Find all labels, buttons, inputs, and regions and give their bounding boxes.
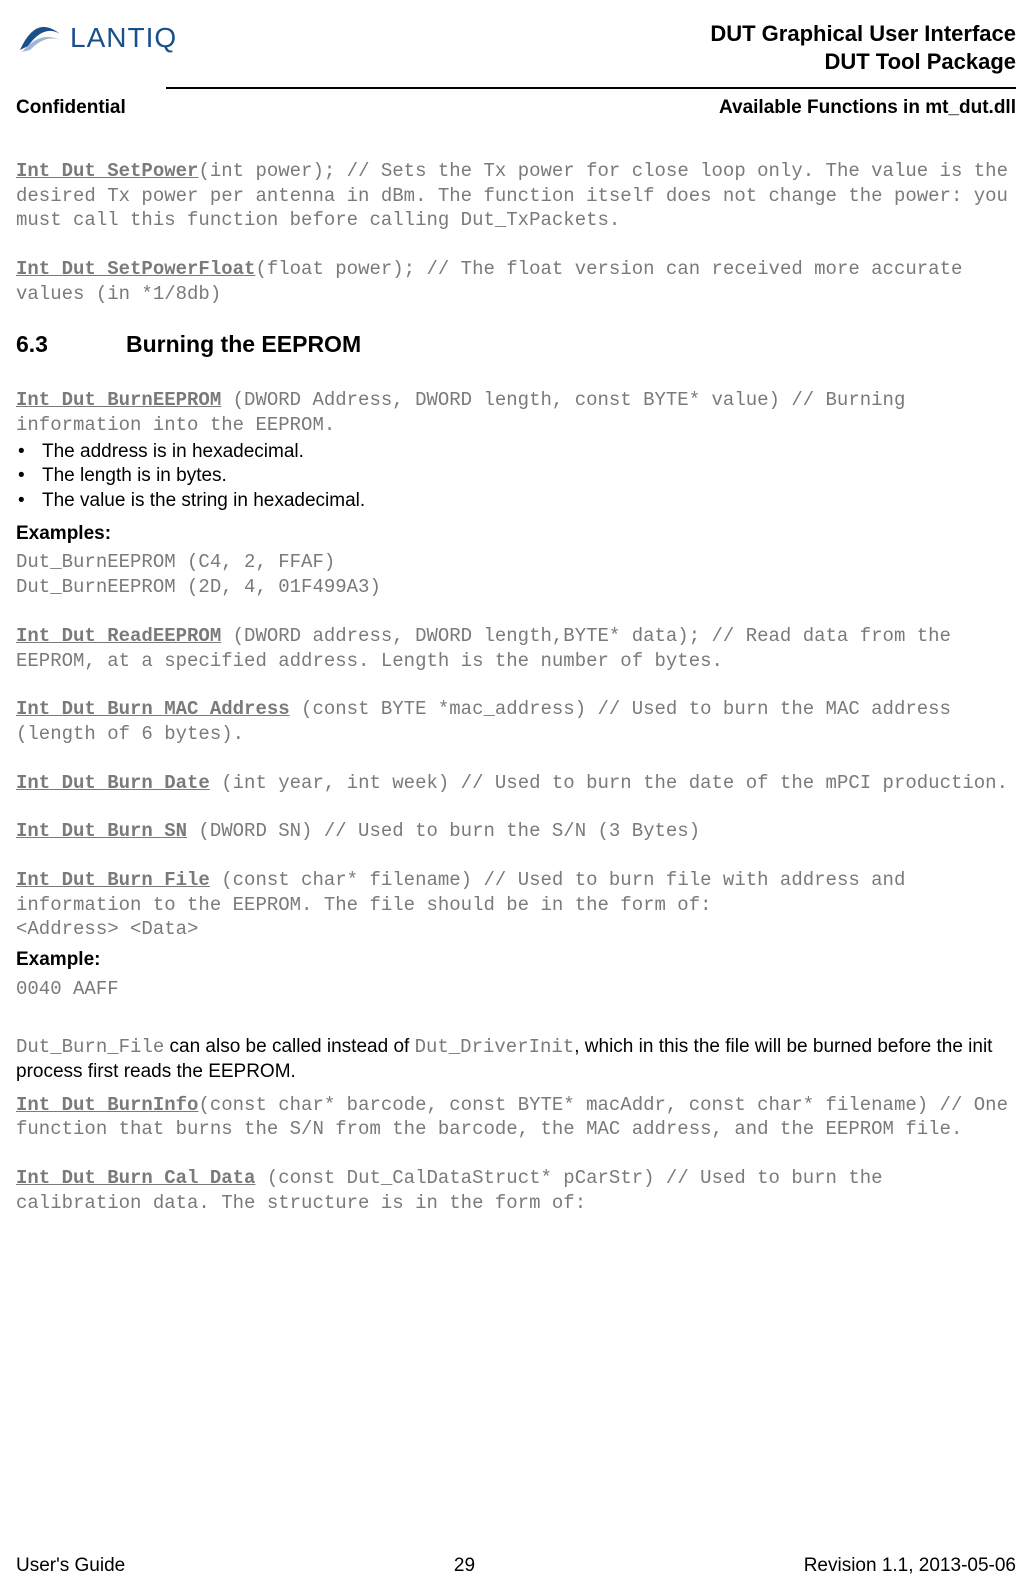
fn-name: Int Dut_BurnEEPROM — [16, 389, 221, 411]
doc-title-line1: DUT Graphical User Interface — [710, 20, 1016, 48]
page-number: 29 — [454, 1555, 475, 1577]
fn-name: Int Dut_SetPower — [16, 160, 198, 182]
section-title: Burning the EEPROM — [126, 331, 361, 357]
fn-name: Int Dut_ReadEEPROM — [16, 625, 221, 647]
fn-burn-date: Int Dut_Burn_Date (int year, int week) /… — [16, 771, 1016, 796]
doc-title: DUT Graphical User Interface DUT Tool Pa… — [710, 20, 1016, 75]
list-item: The address is in hexadecimal. — [16, 440, 1016, 465]
fn-setpower: Int Dut_SetPower(int power); // Sets the… — [16, 159, 1016, 233]
page-content: Int Dut_SetPower(int power); // Sets the… — [16, 159, 1016, 1216]
fn-name: Int Dut_Burn_Cal_Data — [16, 1167, 255, 1189]
fn-burn-mac: Int Dut_Burn_MAC_Address (const BYTE *ma… — [16, 697, 1016, 746]
fn-sig: (DWORD SN) // Used to burn the S/N (3 By… — [187, 820, 700, 842]
section-number: 6.3 — [16, 330, 126, 360]
footer-left: User's Guide — [16, 1555, 125, 1577]
fn-sig: (int year, int week) // Used to burn the… — [210, 772, 1008, 794]
example-label: Example: — [16, 948, 1016, 973]
section-path: Available Functions in mt_dut.dll — [719, 97, 1016, 119]
fn-setpowerfloat: Int Dut_SetPowerFloat(float power); // T… — [16, 257, 1016, 306]
fn-burn-sn: Int Dut_Burn_SN (DWORD SN) // Used to bu… — [16, 819, 1016, 844]
fn-name: Int Dut_Burn_MAC_Address — [16, 698, 290, 720]
fn-burn-cal-data: Int Dut_Burn_Cal_Data (const Dut_CalData… — [16, 1166, 1016, 1215]
subheader: Confidential Available Functions in mt_d… — [16, 97, 1016, 119]
fn-burninfo: Int Dut_BurnInfo(const char* barcode, co… — [16, 1093, 1016, 1142]
page-footer: User's Guide 29 Revision 1.1, 2013-05-06 — [16, 1555, 1016, 1577]
fn-name: Int Dut_SetPowerFloat — [16, 258, 255, 280]
fn-name: Int Dut_Burn_File — [16, 869, 210, 891]
fn-burn-file: Int Dut_Burn_File (const char* filename)… — [16, 868, 1016, 942]
page-header: LANTIQ DUT Graphical User Interface DUT … — [16, 20, 1016, 83]
section-heading: 6.3Burning the EEPROM — [16, 330, 1016, 360]
confidential-label: Confidential — [16, 97, 126, 119]
examples-label: Examples: — [16, 522, 1016, 547]
inline-code: Dut_Burn_File — [16, 1036, 164, 1058]
list-item: The value is the string in hexadecimal. — [16, 489, 1016, 514]
example-body: 0040 AAFF — [16, 977, 1016, 1002]
bullet-list: The address is in hexadecimal. The lengt… — [16, 440, 1016, 514]
brand-logo: LANTIQ — [16, 20, 177, 56]
fn-name: Int Dut_BurnInfo — [16, 1094, 198, 1116]
examples-body: Dut_BurnEEPROM (C4, 2, FFAF) Dut_BurnEEP… — [16, 550, 1016, 599]
doc-title-line2: DUT Tool Package — [710, 48, 1016, 76]
fn-readeeprom: Int Dut_ReadEEPROM (DWORD address, DWORD… — [16, 624, 1016, 673]
list-item: The length is in bytes. — [16, 464, 1016, 489]
fn-burneeprom: Int Dut_BurnEEPROM (DWORD Address, DWORD… — [16, 388, 1016, 437]
header-rule — [166, 87, 1016, 89]
burn-file-note: Dut_Burn_File can also be called instead… — [16, 1035, 1016, 1084]
inline-code: Dut_DriverInit — [415, 1036, 575, 1058]
fn-name: Int Dut_Burn_SN — [16, 820, 187, 842]
note-text: can also be called instead of — [164, 1036, 414, 1057]
lantiq-swirl-icon — [16, 20, 64, 56]
brand-name: LANTIQ — [70, 22, 177, 54]
footer-right: Revision 1.1, 2013-05-06 — [804, 1555, 1016, 1577]
fn-name: Int Dut_Burn_Date — [16, 772, 210, 794]
